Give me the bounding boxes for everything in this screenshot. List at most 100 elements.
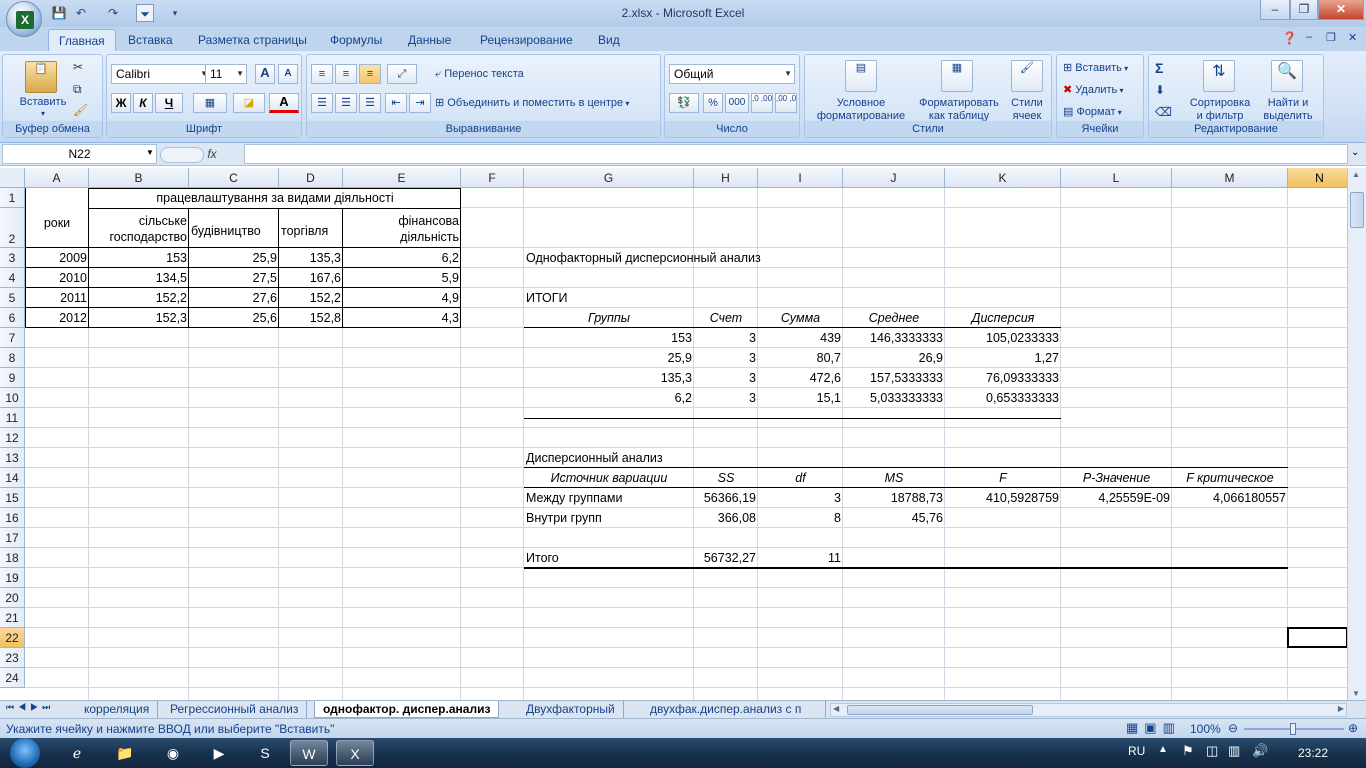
explorer-icon[interactable]: 📁 [106, 740, 144, 766]
decrease-decimal-button[interactable]: ,00 ,0 [775, 93, 797, 113]
skype-icon[interactable]: S [246, 740, 284, 766]
row-header-16[interactable]: 16 [0, 508, 25, 528]
currency-icon[interactable]: 💱 [669, 93, 699, 113]
summary-value[interactable]: 80,7 [758, 348, 843, 368]
hscroll-thumb[interactable] [847, 705, 1033, 715]
row-header-5[interactable]: 5 [0, 288, 25, 308]
column-header-e[interactable]: E [343, 168, 461, 188]
word-icon[interactable]: W [290, 740, 328, 766]
anova-header[interactable]: MS [843, 468, 945, 488]
column-header-f[interactable]: F [461, 168, 524, 188]
row-header-3[interactable]: 3 [0, 248, 25, 268]
row-header-23[interactable]: 23 [0, 648, 25, 668]
column-header-d[interactable]: D [279, 168, 343, 188]
percent-button[interactable]: % [703, 93, 723, 113]
thousands-button[interactable]: 000 [725, 93, 749, 113]
increase-decimal-button[interactable]: ,0 ,00 [751, 93, 773, 113]
sheet-tab-two-factor-repl[interactable]: двухфак.диспер.анализ с п [642, 701, 826, 718]
sort-filter-button[interactable]: Сортировка и фильтр [1185, 97, 1255, 123]
tab-home[interactable]: Главная [48, 29, 116, 51]
summary-value[interactable]: 76,09333333 [945, 368, 1061, 388]
tab-insert[interactable]: Вставка [118, 29, 183, 51]
conditional-format-icon[interactable]: ▤ [845, 60, 877, 92]
volume-icon[interactable]: 🔊 [1252, 743, 1268, 759]
year-cell[interactable]: 2012 [25, 308, 89, 328]
value-cell[interactable]: 25,6 [189, 308, 279, 328]
workbook-close-icon[interactable]: ✕ [1348, 31, 1357, 44]
clock[interactable]: 23:22 [1298, 746, 1328, 760]
value-cell[interactable]: 152,2 [89, 288, 189, 308]
name-box-dropdown-icon[interactable]: ▼ [146, 148, 154, 157]
format-cells-button[interactable]: ▤ Формат ▾ [1063, 102, 1122, 122]
font-size-combo[interactable]: 11 ▼ [205, 64, 247, 84]
row-header-19[interactable]: 19 [0, 568, 25, 588]
undo-icon[interactable]: ↶ [72, 4, 90, 22]
row-header-4[interactable]: 4 [0, 268, 25, 288]
copy-icon[interactable]: ⧉ [73, 82, 82, 97]
anova-between[interactable]: 18788,73 [843, 488, 945, 508]
insert-function-button[interactable]: fx [160, 144, 242, 164]
ribbon-restore-icon[interactable]: ❐ [1326, 31, 1336, 44]
cut-icon[interactable]: ✂ [73, 60, 83, 74]
value-cell[interactable]: 6,2 [343, 248, 461, 268]
value-cell[interactable]: 25,9 [189, 248, 279, 268]
row-header-1[interactable]: 1 [0, 188, 25, 208]
paste-icon[interactable]: 📋 [25, 61, 57, 93]
media-player-icon[interactable]: ▶ [200, 740, 238, 766]
scroll-thumb[interactable] [1350, 192, 1364, 228]
summary-header[interactable]: Сумма [758, 308, 843, 328]
orientation-icon[interactable]: ⤢ [387, 64, 417, 84]
grow-font-button[interactable]: A [255, 64, 275, 84]
summary-value[interactable]: 25,9 [524, 348, 694, 368]
redo-icon[interactable]: ↷ [104, 4, 122, 22]
row-header-15[interactable]: 15 [0, 488, 25, 508]
summary-value[interactable]: 5,033333333 [843, 388, 945, 408]
zoom-out-icon[interactable]: ⊖ [1228, 721, 1238, 735]
year-cell[interactable]: 2009 [25, 248, 89, 268]
zoom-in-icon[interactable]: ⊕ [1348, 721, 1358, 735]
value-cell[interactable]: 4,3 [343, 308, 461, 328]
zoom-slider-thumb[interactable] [1290, 723, 1296, 735]
tab-data[interactable]: Данные [398, 29, 461, 51]
increase-indent-icon[interactable]: ⇥ [409, 93, 431, 113]
ribbon-minimize-icon[interactable]: – [1306, 31, 1312, 43]
row-header-20[interactable]: 20 [0, 588, 25, 608]
zoom-level[interactable]: 100% [1190, 722, 1221, 736]
row-header-18[interactable]: 18 [0, 548, 25, 568]
column-header-k[interactable]: K [945, 168, 1061, 188]
select-all-corner[interactable] [0, 168, 25, 188]
insert-cells-button[interactable]: ⊞ Вставить ▾ [1063, 58, 1128, 78]
value-cell[interactable]: 5,9 [343, 268, 461, 288]
start-button[interactable] [4, 738, 48, 768]
shrink-font-button[interactable]: A [278, 64, 298, 84]
delete-cells-button[interactable]: ✖ Удалить ▾ [1063, 80, 1124, 100]
excel-taskbar-icon[interactable]: X [336, 740, 374, 766]
borders-icon[interactable]: ▦ [193, 93, 227, 113]
anova-within[interactable]: 45,76 [843, 508, 945, 528]
row-header-17[interactable]: 17 [0, 528, 25, 548]
cell-styles-button[interactable]: Стили ячеек [1003, 97, 1051, 123]
view-buttons[interactable]: ▦▣▥ [1126, 720, 1181, 736]
value-cell[interactable]: 4,9 [343, 288, 461, 308]
horizontal-scrollbar[interactable]: ◀ ▶ [830, 703, 1347, 717]
summary-header[interactable]: Счет [694, 308, 758, 328]
summary-label[interactable]: ИТОГИ [524, 288, 694, 308]
anova-between[interactable]: 56366,19 [694, 488, 758, 508]
summary-header[interactable]: Группы [524, 308, 694, 328]
row-header-9[interactable]: 9 [0, 368, 25, 388]
header-employment-group[interactable]: працевлаштування за видами діяльності [89, 188, 461, 208]
row-header-14[interactable]: 14 [0, 468, 25, 488]
align-middle-icon[interactable]: ≡ [335, 64, 357, 84]
align-right-icon[interactable]: ☰ [359, 93, 381, 113]
filter-icon[interactable]: ⏷ [136, 4, 154, 22]
anova-label[interactable]: Дисперсионный анализ [524, 448, 758, 468]
tab-view[interactable]: Вид [588, 29, 630, 51]
anova-header[interactable]: F критическое [1172, 468, 1288, 488]
anova-header[interactable]: SS [694, 468, 758, 488]
vertical-scrollbar[interactable]: ▲ ▼ [1347, 168, 1366, 702]
row-header-24[interactable]: 24 [0, 668, 25, 688]
find-select-icon[interactable]: 🔍 [1271, 60, 1303, 92]
office-button[interactable]: X [6, 1, 42, 37]
value-cell[interactable]: 152,2 [279, 288, 343, 308]
formula-input[interactable] [244, 144, 1348, 164]
